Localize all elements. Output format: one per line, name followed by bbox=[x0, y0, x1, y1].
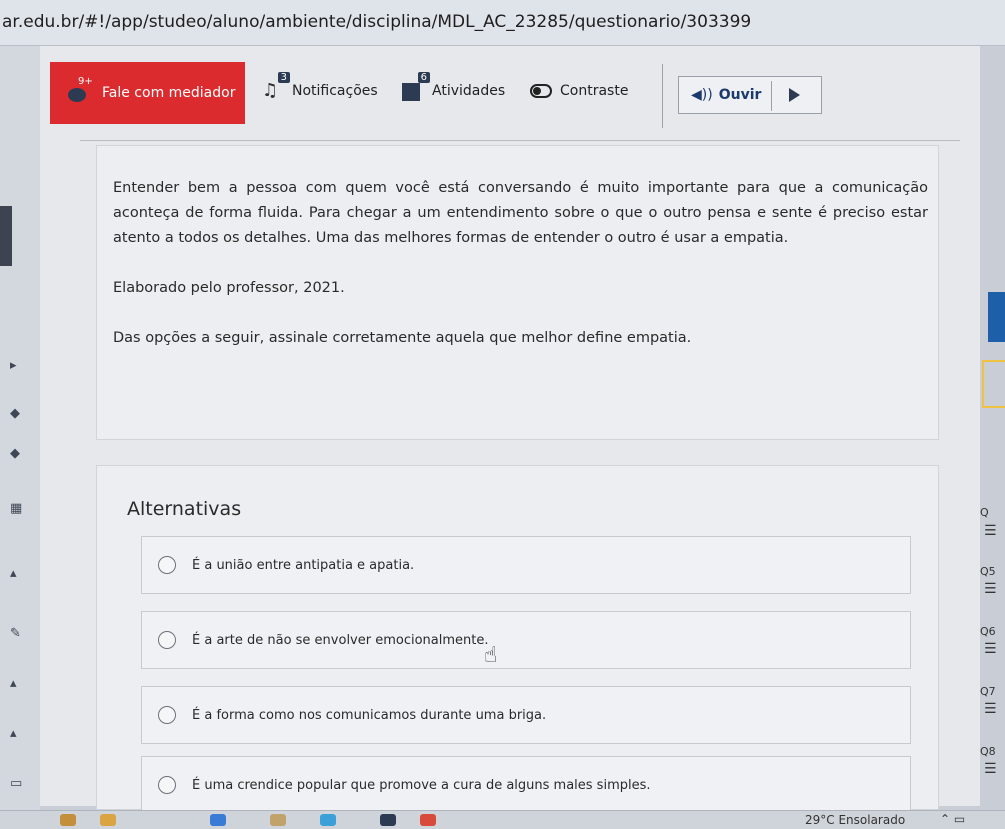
alternative-text: É a arte de não se envolver emocionalmen… bbox=[192, 632, 489, 648]
sidebar-tag-icon[interactable]: ◆ bbox=[10, 446, 32, 461]
notificacoes-count: 3 bbox=[277, 72, 290, 83]
os-taskbar: 29°C Ensolarado ⌃ ▭ bbox=[0, 810, 1005, 829]
sidebar-grad-icon[interactable]: ▴ bbox=[10, 726, 32, 741]
question-nav-label[interactable]: Q6 bbox=[980, 625, 996, 638]
contrast-toggle-icon bbox=[530, 80, 552, 102]
ouvir-player[interactable]: ◀)) Ouvir bbox=[678, 76, 822, 114]
system-tray-icon[interactable]: ⌃ ▭ bbox=[940, 812, 965, 826]
sidebar-nav-icon[interactable]: ▸ bbox=[10, 358, 32, 373]
hand-cursor-icon: ☝ bbox=[484, 643, 498, 668]
alternative-text: É a união entre antipatia e apatia. bbox=[192, 557, 415, 573]
fale-com-mediador-button[interactable]: 9+ Fale com mediador bbox=[50, 62, 245, 124]
contraste-label: Contraste bbox=[560, 83, 629, 99]
alternative-text: É uma crendice popular que promove a cur… bbox=[192, 777, 651, 793]
taskbar-app-icon[interactable] bbox=[320, 814, 336, 826]
question-navigator: Q ☰ Q5 ☰ Q6 ☰ Q7 ☰ Q8 ☰ bbox=[960, 280, 1005, 800]
question-context: Entender bem a pessoa com quem você está… bbox=[113, 180, 928, 246]
chat-icon: 9+ bbox=[68, 76, 94, 104]
radio-button[interactable] bbox=[158, 706, 176, 724]
radio-button[interactable] bbox=[158, 631, 176, 649]
list-icon[interactable]: ☰ bbox=[984, 762, 997, 776]
book-icon: 6 bbox=[402, 72, 430, 102]
alternative-text: É a forma como nos comunicamos durante u… bbox=[192, 707, 547, 723]
atividades-count: 6 bbox=[417, 72, 430, 83]
play-icon[interactable] bbox=[789, 88, 800, 102]
atividades-button[interactable]: 6 Atividades bbox=[402, 72, 506, 102]
sidebar-pen-icon[interactable]: ✎ bbox=[10, 626, 32, 641]
list-icon[interactable]: ☰ bbox=[984, 642, 997, 656]
taskbar-app-icon[interactable] bbox=[270, 814, 286, 826]
alternative-option[interactable]: É a arte de não se envolver emocionalmen… bbox=[141, 611, 911, 669]
alternative-option[interactable]: É uma crendice popular que promove a cur… bbox=[141, 756, 911, 814]
question-nav-label[interactable]: Q bbox=[980, 506, 989, 519]
sidebar-calendar-icon[interactable]: ▦ bbox=[10, 501, 32, 516]
alternatives-box: Alternativas É a união entre antipatia e… bbox=[96, 465, 939, 814]
notificacoes-button[interactable]: ♫ 3 Notificações bbox=[262, 72, 378, 102]
speaker-icon: ◀)) bbox=[691, 87, 713, 103]
sidebar-grad-icon[interactable]: ▴ bbox=[10, 566, 32, 581]
list-icon[interactable]: ☰ bbox=[984, 702, 997, 716]
taskbar-app-icon[interactable] bbox=[380, 814, 396, 826]
radio-button[interactable] bbox=[158, 556, 176, 574]
active-question-marker[interactable] bbox=[988, 292, 1005, 342]
sidebar-handle[interactable] bbox=[0, 206, 12, 266]
list-icon[interactable]: ☰ bbox=[984, 524, 997, 538]
top-toolbar: 9+ Fale com mediador ♫ 3 Notificações 6 … bbox=[50, 62, 950, 128]
contraste-toggle[interactable]: Contraste bbox=[530, 80, 628, 102]
question-nav-label[interactable]: Q7 bbox=[980, 685, 996, 698]
question-tab-highlight[interactable] bbox=[982, 360, 1005, 408]
player-divider bbox=[771, 81, 772, 111]
url-text[interactable]: ar.edu.br/#!/app/studeo/aluno/ambiente/d… bbox=[2, 12, 751, 32]
bell-icon: ♫ 3 bbox=[262, 72, 290, 102]
taskbar-app-icon[interactable] bbox=[60, 814, 76, 826]
section-divider bbox=[80, 140, 960, 141]
browser-address-bar[interactable]: ar.edu.br/#!/app/studeo/aluno/ambiente/d… bbox=[0, 0, 1005, 46]
taskbar-app-icon[interactable] bbox=[210, 814, 226, 826]
alternatives-title: Alternativas bbox=[127, 498, 242, 520]
weather-text[interactable]: 29°C Ensolarado bbox=[805, 813, 905, 827]
taskbar-app-icon[interactable] bbox=[100, 814, 116, 826]
sidebar-folder-icon[interactable]: ▭ bbox=[10, 776, 32, 791]
ouvir-label: Ouvir bbox=[718, 87, 762, 103]
question-prompt: Das opções a seguir, assinale corretamen… bbox=[113, 330, 692, 346]
sidebar-grad-icon[interactable]: ▴ bbox=[10, 676, 32, 691]
mediador-label: Fale com mediador bbox=[102, 85, 236, 101]
taskbar-app-icon[interactable] bbox=[420, 814, 436, 826]
toolbar-divider bbox=[662, 64, 663, 128]
notificacoes-label: Notificações bbox=[292, 83, 378, 99]
question-box: Entender bem a pessoa com quem você está… bbox=[96, 145, 939, 440]
atividades-label: Atividades bbox=[432, 83, 506, 99]
alternative-option[interactable]: É a união entre antipatia e apatia. bbox=[141, 536, 911, 594]
radio-button[interactable] bbox=[158, 776, 176, 794]
list-icon[interactable]: ☰ bbox=[984, 582, 997, 596]
question-nav-label[interactable]: Q5 bbox=[980, 565, 996, 578]
left-sidebar: ▸ ◆ ◆ ▦ ▴ ✎ ▴ ▴ ▭ bbox=[0, 46, 40, 829]
question-source: Elaborado pelo professor, 2021. bbox=[113, 280, 345, 296]
sidebar-tag-icon[interactable]: ◆ bbox=[10, 406, 32, 421]
alternative-option[interactable]: É a forma como nos comunicamos durante u… bbox=[141, 686, 911, 744]
mediador-badge: 9+ bbox=[78, 76, 93, 87]
question-nav-label[interactable]: Q8 bbox=[980, 745, 996, 758]
